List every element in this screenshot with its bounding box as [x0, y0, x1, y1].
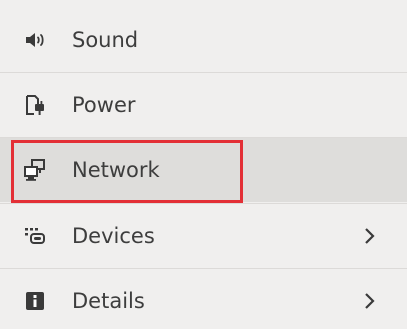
- sidebar-item-sound[interactable]: Sound: [0, 8, 407, 72]
- chevron-right-icon: [360, 289, 380, 313]
- settings-sidebar: Sound Power Network Devices Details: [0, 0, 407, 329]
- sidebar-item-power[interactable]: Power: [0, 73, 407, 137]
- sidebar-item-label: Power: [72, 93, 136, 117]
- sidebar-item-devices[interactable]: Devices: [0, 204, 407, 268]
- power-plug-icon: [23, 93, 47, 117]
- sidebar-item-label: Sound: [72, 28, 139, 52]
- sidebar-item-label: Devices: [72, 224, 155, 248]
- sidebar-item-label: Network: [72, 158, 160, 182]
- devices-icon: [23, 224, 47, 248]
- sidebar-item-network[interactable]: Network: [0, 138, 407, 202]
- network-computers-icon: [23, 158, 47, 182]
- chevron-right-icon: [360, 224, 380, 248]
- info-icon: [23, 289, 47, 313]
- sidebar-item-details[interactable]: Details: [0, 269, 407, 333]
- sidebar-item-label: Details: [72, 289, 145, 313]
- speaker-icon: [23, 28, 47, 52]
